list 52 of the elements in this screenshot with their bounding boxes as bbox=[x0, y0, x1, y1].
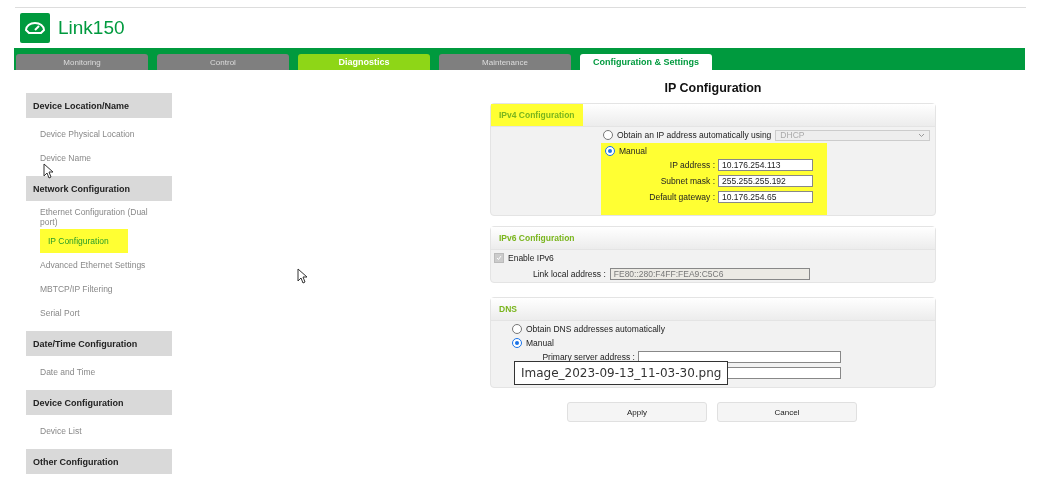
form-button[interactable]: Cancel bbox=[717, 402, 857, 422]
field-label: Default gateway : bbox=[649, 192, 715, 202]
radio-button[interactable] bbox=[512, 337, 522, 348]
sidebar-item[interactable]: MBTCP/IP Filtering bbox=[26, 277, 172, 301]
radio-button[interactable] bbox=[603, 130, 613, 140]
radio-button[interactable] bbox=[605, 146, 615, 156]
checkbox[interactable] bbox=[494, 253, 504, 263]
nav-tab[interactable]: Maintenance bbox=[439, 54, 571, 70]
file-tooltip: Image_2023-09-13_11-03-30.png bbox=[514, 361, 729, 385]
input-field[interactable]: 10.176.254.113 bbox=[718, 159, 813, 171]
nav-tab[interactable]: Configuration & Settings bbox=[580, 54, 712, 70]
method-select[interactable]: DHCP bbox=[775, 129, 931, 141]
sidebar-item[interactable]: Device Physical Location bbox=[26, 122, 172, 146]
radio-label: Manual bbox=[526, 337, 554, 348]
sidebar-item[interactable]: Advanced Ethernet Settings bbox=[26, 253, 172, 277]
sidebar-section-header: Device Location/Name bbox=[26, 93, 172, 118]
panel-title: IPv6 Configuration bbox=[498, 232, 576, 245]
gauge-logo-icon bbox=[20, 13, 50, 43]
panel-title: DNS bbox=[498, 303, 518, 316]
app-title: Link150 bbox=[58, 17, 125, 39]
sidebar-item[interactable]: Device Name bbox=[26, 146, 172, 170]
caret-icon bbox=[918, 132, 926, 138]
pointer-cursor-icon bbox=[43, 163, 54, 179]
field-label: Link local address : bbox=[533, 269, 606, 279]
sidebar-section-header: Device Configuration bbox=[26, 390, 172, 415]
field-label: Subnet mask : bbox=[660, 176, 715, 186]
radio-button[interactable] bbox=[512, 323, 522, 334]
sidebar-section-header: Other Configuration bbox=[26, 449, 172, 474]
sidebar-item[interactable]: Serial Port bbox=[26, 301, 172, 325]
checkmark-icon bbox=[496, 255, 502, 261]
form-button[interactable]: Apply bbox=[567, 402, 707, 422]
radio-label: Obtain an IP address automatically using bbox=[617, 130, 772, 140]
field-label: Primary server address : bbox=[542, 352, 635, 362]
sidebar-section-header: Network Configuration bbox=[26, 176, 172, 201]
pointer-cursor-icon bbox=[297, 268, 308, 284]
input-field[interactable]: 255.255.255.192 bbox=[718, 175, 813, 187]
input-field[interactable]: 10.176.254.65 bbox=[718, 191, 813, 203]
input-field[interactable] bbox=[638, 351, 841, 363]
sidebar-section-header: Date/Time Configuration bbox=[26, 331, 172, 356]
sidebar-item[interactable]: Date and Time bbox=[26, 360, 172, 384]
field-label: IP address : bbox=[669, 160, 715, 170]
page-title: IP Configuration bbox=[663, 80, 763, 97]
sidebar-item[interactable]: IP Configuration bbox=[40, 229, 128, 253]
nav-tab[interactable]: Monitoring bbox=[16, 54, 148, 70]
radio-label: Obtain DNS addresses automatically bbox=[526, 323, 665, 334]
input-field[interactable]: FE80::280:F4FF:FEA9:C5C6 bbox=[609, 268, 810, 280]
sidebar-item[interactable]: Device List bbox=[26, 419, 172, 443]
checkbox-label: Enable IPv6 bbox=[508, 253, 554, 263]
sidebar-item[interactable]: Ethernet Configuration (Dual port) bbox=[26, 205, 172, 229]
panel-title: IPv4 Configuration bbox=[491, 104, 583, 126]
radio-label: Manual bbox=[619, 146, 647, 156]
nav-tab[interactable]: Control bbox=[157, 54, 289, 70]
